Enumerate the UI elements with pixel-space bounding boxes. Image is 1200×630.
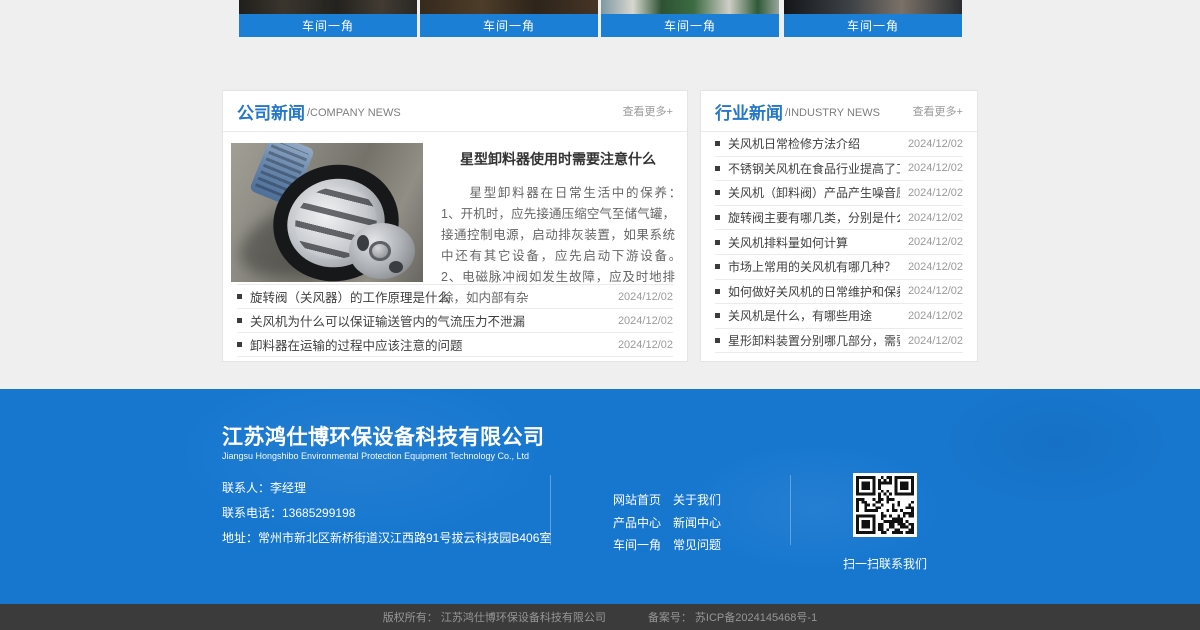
footer-address: 地址：常州市新北区新桥街道汉江西路91号拔云科技园B406室 bbox=[222, 529, 551, 546]
footer-divider bbox=[790, 475, 791, 545]
bullet-square-icon bbox=[715, 313, 720, 318]
footer-divider bbox=[550, 475, 551, 545]
news-list-item[interactable]: 如何做好关风机的日常维护和保养 2024/12/02 bbox=[715, 280, 963, 305]
industry-news-panel: 行业新闻 /INDUSTRY NEWS 查看更多+ 关风机日常检修方法介绍 20… bbox=[700, 90, 978, 362]
bullet-square-icon bbox=[715, 141, 720, 146]
news-date: 2024/12/02 bbox=[610, 315, 673, 327]
page: 车间一角 车间一角 车间一角 车间一角 公司新闻 /COMPANY NEWS 查… bbox=[0, 0, 1200, 630]
news-date: 2024/12/02 bbox=[900, 138, 963, 150]
company-news-panel: 公司新闻 /COMPANY NEWS 查看更多+ 星型卸料器使用时需要注意什么 … bbox=[222, 90, 688, 362]
news-date: 2024/12/02 bbox=[900, 285, 963, 297]
news-list-item[interactable]: 关风机（卸料阀）产品产生噪音原 2024/12/02 bbox=[715, 181, 963, 206]
news-list-item[interactable]: 卸料器在运输的过程中应该注意的问题 2024/12/02 bbox=[237, 333, 673, 357]
bullet-square-icon bbox=[715, 215, 720, 220]
news-date: 2024/12/02 bbox=[900, 310, 963, 322]
footer: 江苏鸿仕博环保设备科技有限公司 Jiangsu Hongshibo Enviro… bbox=[0, 389, 1200, 604]
gallery-card[interactable]: 车间一角 bbox=[239, 0, 417, 37]
news-list-item[interactable]: 市场上常用的关风机有哪几种？ 2024/12/02 bbox=[715, 255, 963, 280]
bullet-square-icon bbox=[715, 240, 720, 245]
footer-company-name: 江苏鸿仕博环保设备科技有限公司 bbox=[222, 421, 545, 451]
news-list-item[interactable]: 旋转阀（关风器）的工作原理是什么 2024/12/02 bbox=[237, 285, 673, 309]
news-date: 2024/12/02 bbox=[900, 212, 963, 224]
footer-contact-person: 联系人：李经理 bbox=[222, 479, 306, 496]
valve-hole bbox=[389, 261, 403, 273]
copyright-text: 版权所有： 江苏鸿仕博环保设备科技有限公司 bbox=[383, 609, 606, 625]
icp-record-link[interactable]: 备案号： 苏ICP备2024145468号-1 bbox=[648, 609, 817, 625]
industry-news-more-link[interactable]: 查看更多+ bbox=[913, 103, 963, 119]
bullet-square-icon bbox=[715, 190, 720, 195]
bullet-square-icon bbox=[715, 264, 720, 269]
valve-body bbox=[349, 223, 415, 279]
featured-article-title[interactable]: 星型卸料器使用时需要注意什么 bbox=[441, 149, 675, 169]
gallery-card[interactable]: 车间一角 bbox=[784, 0, 962, 37]
news-date: 2024/12/02 bbox=[610, 339, 673, 351]
bullet-square-icon bbox=[715, 338, 720, 343]
news-date: 2024/12/02 bbox=[610, 291, 673, 303]
gallery-caption[interactable]: 车间一角 bbox=[601, 14, 779, 37]
news-list-item[interactable]: 星形卸料装置分别哪几部分，需要 2024/12/02 bbox=[715, 329, 963, 354]
news-date: 2024/12/02 bbox=[900, 162, 963, 174]
industry-news-subtitle: /INDUSTRY NEWS bbox=[785, 107, 880, 119]
news-date: 2024/12/02 bbox=[900, 335, 963, 347]
gallery-card[interactable]: 车间一角 bbox=[420, 0, 598, 37]
company-news-more-link[interactable]: 查看更多+ bbox=[623, 103, 673, 119]
company-news-list: 旋转阀（关风器）的工作原理是什么 2024/12/02 关风机为什么可以保证输送… bbox=[237, 284, 673, 357]
company-news-title: 公司新闻 bbox=[237, 99, 305, 124]
gallery-caption[interactable]: 车间一角 bbox=[784, 14, 962, 37]
news-list-item[interactable]: 关风机为什么可以保证输送管内的气流压力不泄漏 2024/12/02 bbox=[237, 309, 673, 333]
company-news-header: 公司新闻 /COMPANY NEWS 查看更多+ bbox=[223, 91, 687, 132]
footer-nav-products[interactable]: 产品中心 bbox=[613, 514, 661, 531]
footer-contact-phone: 联系电话：13685299198 bbox=[222, 504, 355, 521]
news-date: 2024/12/02 bbox=[900, 236, 963, 248]
industry-news-list: 关风机日常检修方法介绍 2024/12/02 不锈钢关风机在食品行业提高了工 2… bbox=[715, 132, 963, 353]
gallery-card[interactable]: 车间一角 bbox=[601, 0, 779, 37]
news-list-item[interactable]: 旋转阀主要有哪几类，分别是什么 2024/12/02 bbox=[715, 206, 963, 231]
news-date: 2024/12/02 bbox=[900, 261, 963, 273]
featured-article-image[interactable] bbox=[231, 143, 423, 282]
bullet-square-icon bbox=[715, 289, 720, 294]
footer-company-name-en: Jiangsu Hongshibo Environmental Protecti… bbox=[222, 451, 529, 461]
workshop-photo[interactable] bbox=[239, 0, 417, 14]
gallery-caption[interactable]: 车间一角 bbox=[420, 14, 598, 37]
workshop-photo[interactable] bbox=[784, 0, 962, 14]
workshop-photo[interactable] bbox=[420, 0, 598, 14]
news-date: 2024/12/02 bbox=[900, 187, 963, 199]
footer-nav-home[interactable]: 网站首页 bbox=[613, 491, 661, 508]
news-list-item[interactable]: 关风机排料量如何计算 2024/12/02 bbox=[715, 230, 963, 255]
company-news-subtitle: /COMPANY NEWS bbox=[307, 107, 401, 119]
qr-caption: 扫一扫联系我们 bbox=[833, 555, 937, 572]
workshop-photo[interactable] bbox=[601, 0, 779, 14]
bullet-square-icon bbox=[237, 294, 242, 299]
qr-code bbox=[853, 473, 917, 537]
bullet-square-icon bbox=[237, 342, 242, 347]
footer-nav-news[interactable]: 新闻中心 bbox=[673, 514, 721, 531]
gallery-caption[interactable]: 车间一角 bbox=[239, 14, 417, 37]
news-list-item[interactable]: 关风机日常检修方法介绍 2024/12/02 bbox=[715, 132, 963, 157]
footer-nav-workshop[interactable]: 车间一角 bbox=[613, 536, 661, 553]
footer-nav-about[interactable]: 关于我们 bbox=[673, 491, 721, 508]
news-list-item[interactable]: 关风机是什么，有哪些用途 2024/12/02 bbox=[715, 304, 963, 329]
industry-news-header: 行业新闻 /INDUSTRY NEWS 查看更多+ bbox=[701, 91, 977, 132]
news-list-item[interactable]: 不锈钢关风机在食品行业提高了工 2024/12/02 bbox=[715, 157, 963, 182]
bullet-square-icon bbox=[715, 166, 720, 171]
copyright-bar: 版权所有： 江苏鸿仕博环保设备科技有限公司 备案号： 苏ICP备20241454… bbox=[0, 604, 1200, 630]
footer-nav-faq[interactable]: 常见问题 bbox=[673, 536, 721, 553]
valve-hole bbox=[357, 235, 369, 251]
bullet-square-icon bbox=[237, 318, 242, 323]
industry-news-title: 行业新闻 bbox=[715, 99, 783, 124]
